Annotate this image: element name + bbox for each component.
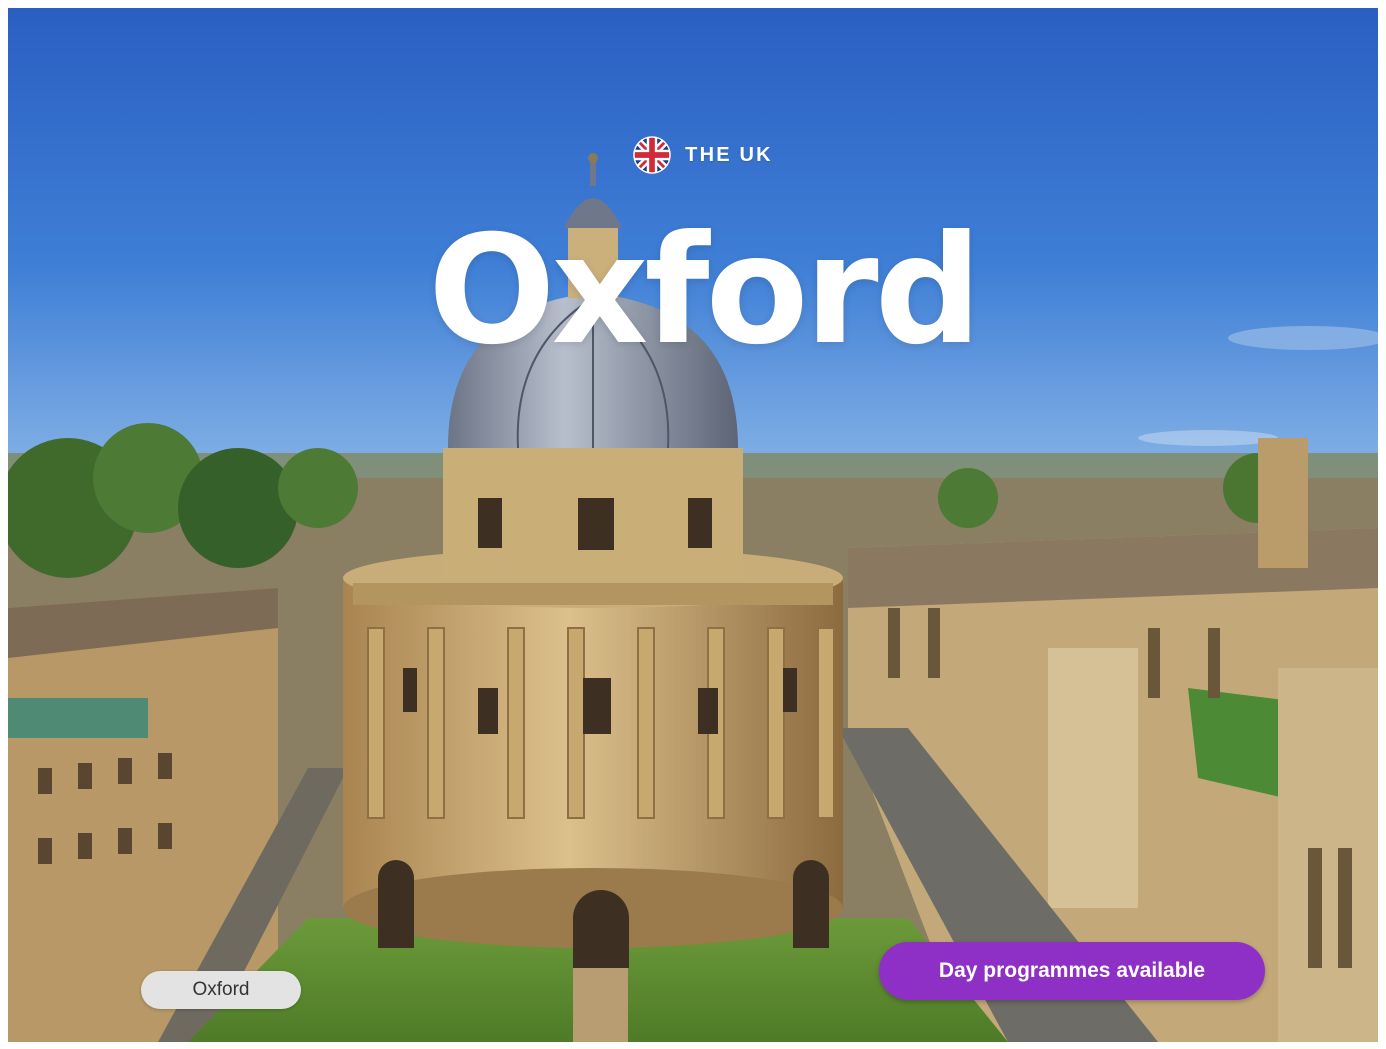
union-jack-flag-icon [633,136,671,174]
day-programmes-button[interactable]: Day programmes available [879,942,1265,1000]
country-label: THE UK [685,143,773,166]
location-chip: Oxford [141,971,301,1009]
city-title: Oxford [428,204,982,378]
country-label-row: THE UK [8,136,1378,174]
hero-banner: THE UK Oxford Oxford Day programmes avai… [8,8,1378,1042]
